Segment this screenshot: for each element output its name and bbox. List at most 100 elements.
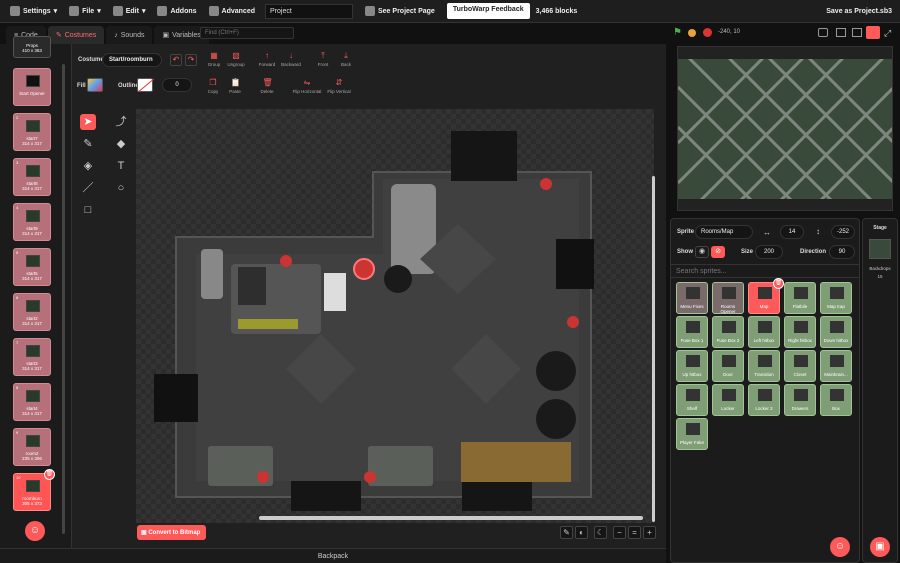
sprite-tile[interactable]: Map trap bbox=[820, 282, 852, 314]
line-tool-icon[interactable]: ／ bbox=[80, 180, 96, 196]
costume-tile[interactable]: 8 start4 314 x 317 bbox=[13, 383, 51, 421]
reshape-tool-icon[interactable]: ⤴ bbox=[113, 114, 129, 130]
turbo-icon[interactable] bbox=[818, 28, 828, 37]
sprite-tile[interactable]: Box bbox=[820, 384, 852, 416]
green-flag-icon[interactable]: ⚑ bbox=[673, 28, 683, 38]
stop-icon[interactable] bbox=[703, 28, 712, 37]
rectangle-tool-icon[interactable]: □ bbox=[80, 202, 96, 218]
paint-canvas[interactable] bbox=[136, 109, 654, 523]
backward-button[interactable]: ↓ Backward bbox=[279, 51, 303, 67]
backpack-bar[interactable]: Backpack bbox=[0, 548, 666, 563]
small-stage-icon[interactable] bbox=[836, 28, 846, 37]
convert-to-bitmap-button[interactable]: ▣ Convert to Bitmap bbox=[137, 525, 206, 540]
feedback-button[interactable]: TurboWarp Feedback bbox=[446, 3, 530, 19]
direction-input[interactable]: 90 bbox=[829, 245, 855, 259]
sprite-name-input[interactable]: Rooms/Map bbox=[695, 225, 753, 239]
brush-tool-icon[interactable]: ✎ bbox=[80, 136, 96, 152]
advanced-menu[interactable]: Advanced bbox=[203, 0, 261, 23]
zoom-in-icon[interactable]: + bbox=[643, 526, 656, 539]
costume-tile[interactable]: 9 room2 235 x 306 bbox=[13, 428, 51, 466]
tab-costumes[interactable]: ✎ Costumes bbox=[47, 26, 105, 44]
forward-button[interactable]: ↑ Forward bbox=[255, 51, 279, 67]
stage-selector[interactable]: Stage Backdrops 15 bbox=[862, 218, 898, 563]
canvas-vertical-scrollbar[interactable] bbox=[652, 176, 655, 522]
eraser-tool-icon[interactable]: ◆ bbox=[113, 136, 129, 152]
dark-mode-icon[interactable]: ☾ bbox=[594, 526, 607, 539]
costume-name-input[interactable]: Start/roomburn bbox=[102, 53, 162, 67]
sprite-tile[interactable]: Up hitbox bbox=[676, 350, 708, 382]
sprite-tile[interactable]: Fuse Box 2 bbox=[712, 316, 744, 348]
find-input[interactable]: Find (Ctrl+F) bbox=[200, 27, 294, 39]
zoom-reset-icon[interactable]: = bbox=[628, 526, 641, 539]
ungroup-button[interactable]: ▧ Ungroup bbox=[224, 51, 248, 67]
costume-tile[interactable]: Props 410 x 363 bbox=[13, 36, 51, 58]
y-input[interactable]: -252 bbox=[831, 225, 855, 239]
paste-button[interactable]: 📋 Paste bbox=[223, 78, 247, 94]
show-hidden-icon[interactable]: ⊘ bbox=[711, 246, 725, 258]
sprite-tile[interactable]: Down hitbox bbox=[820, 316, 852, 348]
costume-tile[interactable]: 2 start7 314 x 317 bbox=[13, 113, 51, 151]
costume-scrollbar[interactable] bbox=[62, 64, 65, 534]
sprite-tile[interactable]: Player Fake bbox=[676, 418, 708, 450]
front-button[interactable]: ⤒ Front bbox=[311, 51, 335, 67]
fill-tool-icon[interactable]: ◈ bbox=[80, 158, 96, 174]
file-menu[interactable]: File ▾ bbox=[63, 0, 107, 23]
zoom-out-icon[interactable]: − bbox=[613, 526, 626, 539]
redo-icon[interactable]: ↷ bbox=[185, 54, 197, 66]
sprite-tile[interactable]: Left hitbox bbox=[748, 316, 780, 348]
undo-icon[interactable]: ↶ bbox=[170, 54, 182, 66]
pause-icon[interactable] bbox=[688, 29, 696, 37]
sprite-tile[interactable]: Fuse Box 1 bbox=[676, 316, 708, 348]
costume-tile[interactable]: 5 start5 314 x 317 bbox=[13, 248, 51, 286]
sprite-tile[interactable]: Drawers bbox=[784, 384, 816, 416]
sprite-tile[interactable]: Rooms Opener bbox=[712, 282, 744, 314]
select-tool-icon[interactable]: ➤ bbox=[80, 114, 96, 130]
project-title-input[interactable]: Project bbox=[265, 3, 353, 19]
sprite-tile[interactable]: Transition bbox=[748, 350, 780, 382]
outline-width-input[interactable]: 0 bbox=[162, 78, 192, 92]
sprite-tile-selected[interactable]: Map 🗑 bbox=[748, 278, 784, 314]
costume-tile[interactable]: Start Opener bbox=[13, 68, 51, 106]
back-button[interactable]: ⤓ Back bbox=[334, 51, 358, 67]
sprite-tile[interactable]: Shelf bbox=[676, 384, 708, 416]
show-visible-icon[interactable]: ◉ bbox=[695, 246, 709, 258]
edit-menu[interactable]: Edit ▾ bbox=[107, 0, 152, 23]
x-input[interactable]: 14 bbox=[780, 225, 804, 239]
costume-tile[interactable]: 3 start8 314 x 317 bbox=[13, 158, 51, 196]
settings-menu[interactable]: Settings ▾ bbox=[4, 0, 63, 23]
see-project-page-button[interactable]: See Project Page bbox=[359, 0, 441, 23]
normal-stage-icon[interactable] bbox=[852, 28, 862, 37]
copy-button[interactable]: ❐ Copy bbox=[201, 78, 225, 94]
large-stage-icon[interactable] bbox=[866, 26, 880, 39]
tab-sounds[interactable]: ♪ Sounds bbox=[106, 26, 153, 44]
sprite-tile[interactable]: Door bbox=[712, 350, 744, 382]
delete-sprite-icon[interactable]: 🗑 bbox=[773, 278, 784, 289]
add-sprite-button[interactable]: ☺ bbox=[830, 537, 850, 557]
eyedropper-icon[interactable]: ✎ bbox=[560, 526, 573, 539]
flip-horizontal-button[interactable]: ⇋ Flip Horizontal bbox=[290, 78, 324, 94]
canvas-horizontal-scrollbar[interactable] bbox=[259, 516, 643, 520]
delete-costume-icon[interactable]: 🗑 bbox=[44, 469, 55, 480]
search-sprites-input[interactable]: Search sprites... bbox=[671, 264, 859, 278]
text-tool-icon[interactable]: T bbox=[113, 158, 129, 174]
costume-tile[interactable]: 6 start2 314 x 317 bbox=[13, 293, 51, 331]
flip-vertical-button[interactable]: ⇵ Flip Vertical bbox=[325, 78, 353, 94]
size-input[interactable]: 200 bbox=[755, 245, 783, 259]
sprite-tile[interactable]: Mainbrain... bbox=[820, 350, 852, 382]
sprite-tile[interactable]: Menu Fixes bbox=[676, 282, 708, 314]
sprite-tile[interactable]: Right hitbox bbox=[784, 316, 816, 348]
delete-button[interactable]: 🗑 Delete bbox=[255, 78, 279, 94]
stage-canvas[interactable] bbox=[677, 46, 893, 211]
sprite-tile[interactable]: Closet bbox=[784, 350, 816, 382]
addons-menu[interactable]: Addons bbox=[151, 0, 202, 23]
outline-color-swatch[interactable] bbox=[137, 78, 154, 93]
add-backdrop-button[interactable]: ▣ bbox=[870, 537, 890, 557]
sprite-tile[interactable]: Locker bbox=[712, 384, 744, 416]
sprite-tile[interactable]: Flatbile bbox=[784, 282, 816, 314]
costume-tile[interactable]: 7 start3 314 x 317 bbox=[13, 338, 51, 376]
bitmap-mode-icon[interactable]: ◐ bbox=[575, 526, 588, 539]
save-as-button[interactable]: Save as Project.sb3 bbox=[820, 0, 898, 23]
group-button[interactable]: ▦ Group bbox=[202, 51, 226, 67]
fill-color-swatch[interactable] bbox=[87, 78, 103, 92]
fullscreen-icon[interactable]: ⤢ bbox=[884, 28, 894, 38]
